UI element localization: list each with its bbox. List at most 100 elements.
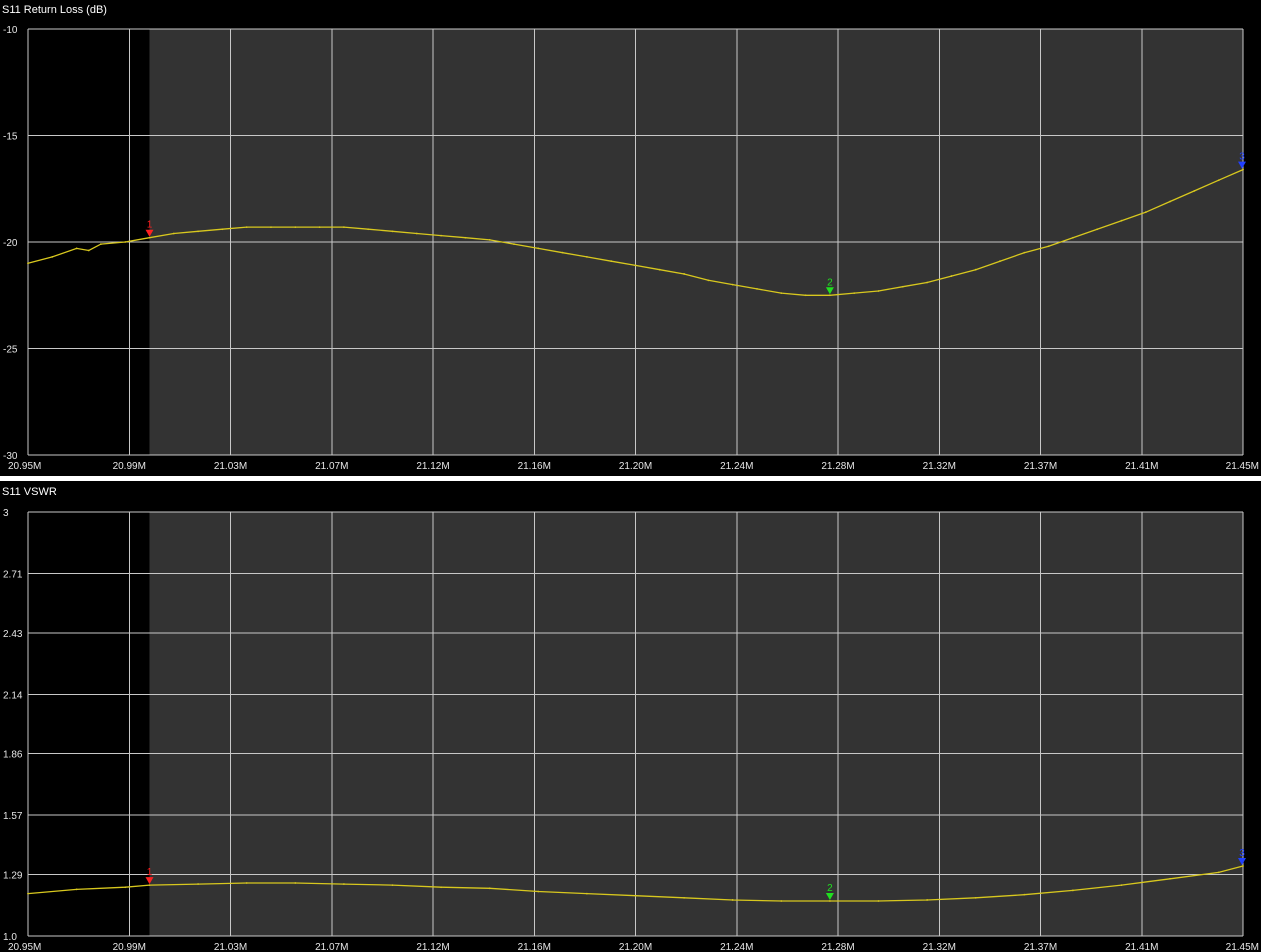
trace-point [1169, 200, 1171, 203]
x-tick-label: 21.41M [1125, 461, 1158, 472]
trace-point [1193, 189, 1196, 192]
x-tick-label: 20.95M [8, 942, 41, 952]
y-tick-label: 2.14 [3, 690, 23, 701]
trace-point [561, 251, 564, 254]
trace-point [683, 273, 685, 275]
trace-point [974, 896, 977, 899]
trace-point [877, 290, 880, 292]
trace-point [926, 281, 928, 284]
trace-point [829, 294, 831, 297]
trace-point [999, 260, 1001, 263]
trace-point [440, 234, 442, 237]
x-tick-label: 21.20M [619, 461, 652, 472]
trace-point [634, 264, 637, 267]
trace-point [75, 888, 78, 891]
x-tick-label: 21.37M [1024, 942, 1057, 952]
y-tick-label: 1.29 [3, 871, 23, 882]
trace-point [343, 883, 345, 885]
x-tick-label: 21.41M [1125, 942, 1158, 952]
x-tick-label: 21.24M [720, 942, 753, 952]
trace-point [537, 890, 540, 893]
trace-point [440, 886, 442, 889]
trace-point [634, 894, 637, 897]
trace-point [488, 887, 491, 890]
x-tick-label: 21.07M [315, 461, 348, 472]
trace-point [197, 883, 200, 885]
trace-point [270, 226, 272, 228]
trace-point [1072, 236, 1074, 239]
trace-point [731, 283, 734, 286]
trace-point [1023, 251, 1026, 254]
x-tick-label: 21.16M [518, 942, 551, 952]
trace-point [318, 226, 321, 228]
x-tick-label: 21.45M [1226, 942, 1259, 952]
trace-point [148, 236, 151, 239]
vswr-title: S11 VSWR [2, 486, 57, 498]
marker-2-label: 2 [827, 277, 833, 288]
trace-point [245, 882, 248, 884]
x-tick-label: 21.32M [923, 942, 956, 952]
marker-1-label: 1 [147, 220, 153, 231]
trace-point [391, 230, 394, 233]
y-tick-label: 2.43 [3, 629, 23, 640]
panel-separator [0, 476, 1261, 481]
trace-point [1072, 889, 1074, 892]
x-tick-label: 20.95M [8, 461, 41, 472]
y-tick-label: -15 [3, 132, 18, 143]
y-tick-label: 1.86 [3, 750, 23, 761]
y-tick-label: 1.57 [3, 811, 23, 822]
plot-area-shaded [149, 512, 1243, 936]
trace-point [100, 243, 102, 246]
trace-point [197, 230, 200, 233]
trace-point [513, 243, 515, 246]
trace-point [901, 285, 904, 288]
trace-point [148, 884, 151, 887]
trace-point [586, 892, 588, 895]
return-loss-title: S11 Return Loss (dB) [2, 4, 107, 16]
trace-point [1144, 211, 1147, 214]
x-tick-label: 21.28M [821, 461, 854, 472]
x-tick-label: 20.99M [113, 461, 146, 472]
x-tick-label: 21.03M [214, 461, 247, 472]
x-tick-label: 21.12M [416, 461, 449, 472]
marker-1-label: 1 [147, 867, 153, 878]
trace-point [877, 900, 880, 902]
trace-point [367, 228, 370, 231]
x-tick-label: 21.28M [821, 942, 854, 952]
return-loss-panel: S11 Return Loss (dB) 20.95M 20.99M 21.03M 2… [2, 4, 1259, 472]
trace-point [415, 232, 418, 235]
trace-point [1242, 865, 1244, 867]
trace-point [1217, 179, 1220, 182]
y-tick-label: 3 [3, 508, 9, 519]
trace-point [950, 275, 953, 277]
trace-point [124, 886, 127, 889]
trace-point [464, 236, 467, 239]
trace-point [221, 228, 224, 231]
trace-point [294, 226, 297, 228]
y-tick-label: -10 [3, 25, 18, 36]
trace-point [658, 268, 661, 271]
x-tick-label: 21.16M [518, 461, 551, 472]
x-tick-label: 20.99M [113, 942, 146, 952]
trace-point [780, 900, 783, 902]
trace-point [51, 256, 54, 258]
x-tick-label: 21.20M [619, 942, 652, 952]
trace-point [926, 899, 928, 901]
trace-point [731, 899, 734, 901]
trace-point [1169, 877, 1171, 880]
y-tick-label: -30 [3, 451, 18, 462]
trace-point [1120, 219, 1123, 222]
trace-point [707, 279, 710, 282]
x-tick-label: 21.07M [315, 942, 348, 952]
marker-3-label: 3 [1239, 848, 1245, 859]
trace-point [537, 247, 540, 250]
trace-point [245, 226, 248, 228]
trace-point [1047, 245, 1050, 248]
trace-point [829, 900, 831, 902]
y-tick-label: 2.71 [3, 569, 23, 580]
trace-point [683, 896, 685, 899]
marker-2-label: 2 [827, 883, 833, 894]
trace-point [488, 238, 491, 241]
x-tick-label: 21.37M [1024, 461, 1057, 472]
trace-point [1120, 884, 1123, 887]
